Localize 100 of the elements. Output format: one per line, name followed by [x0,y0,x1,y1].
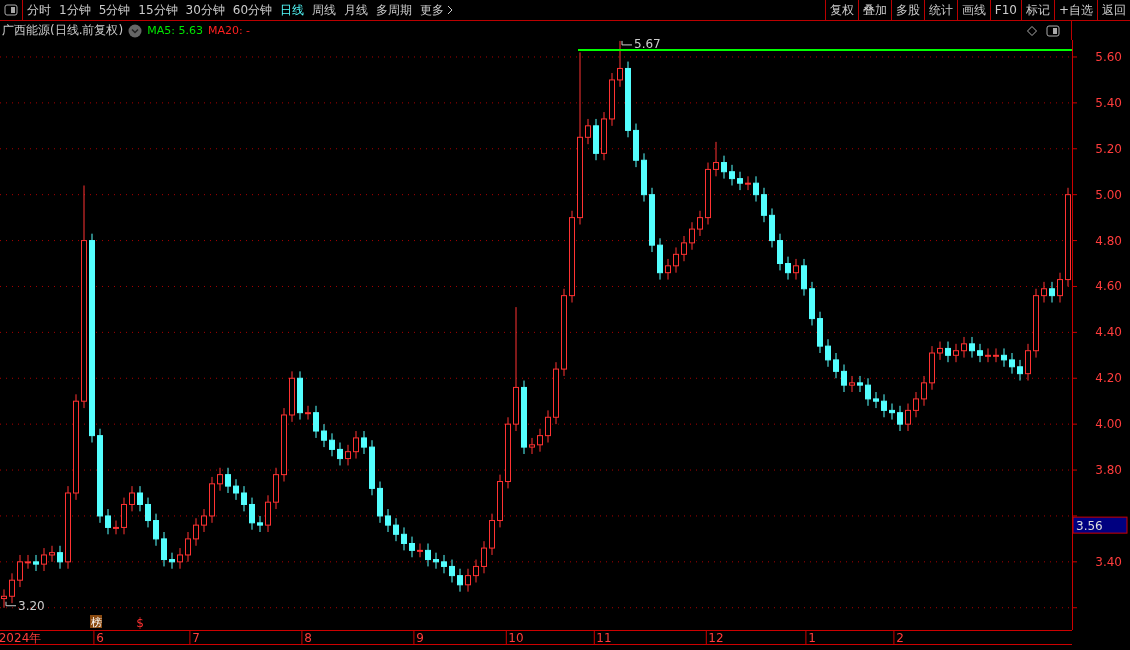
indicator-value: MA5: 5.63 [147,24,203,37]
price-extreme-label: 3.20 [18,598,45,613]
date-axis-label: 12 [708,631,724,645]
dollar-marker[interactable]: $ [136,616,144,630]
rank-badge[interactable]: 榜 [90,615,102,629]
indicator-value: MA20: - [207,24,251,37]
toolbar-button[interactable]: 叠加 [857,0,891,20]
diamond-icon[interactable] [1027,25,1037,36]
toolbar-button[interactable]: 返回 [1097,0,1130,20]
falling-candle [433,552,439,570]
falling-candle [1001,347,1007,368]
toolbar-button[interactable]: 画线 [956,0,990,20]
rising-candle [41,547,47,572]
falling-candle [57,545,63,570]
toolbar-button[interactable]: 多股 [890,0,924,20]
rising-candle [609,72,615,127]
rising-candle [601,111,607,161]
price-axis-label: 4.40 [1095,325,1122,340]
rising-candle [353,430,359,460]
falling-candle [105,508,111,535]
leader-line [5,601,17,607]
rising-candle [49,545,55,563]
falling-candle [777,233,783,271]
falling-candle [753,175,759,203]
rising-candle [201,508,207,533]
toolbar-button[interactable]: +自选 [1053,0,1097,20]
falling-candle [761,187,767,223]
rising-candle [993,347,999,363]
falling-candle [329,432,335,457]
period-tab[interactable]: 5分钟 [94,0,135,20]
rising-candle [921,375,927,407]
period-tab[interactable]: 周线 [308,0,341,20]
chevron-icon [447,5,454,15]
rising-candle [129,485,135,512]
rising-candle [121,497,127,535]
rising-candle [417,543,423,558]
price-axis-label: 3.40 [1095,554,1122,569]
price-axis-label: 4.60 [1095,279,1122,294]
rising-candle [617,40,623,88]
falling-candle [361,430,367,455]
date-axis-label: 10 [508,631,524,645]
rising-candle [529,437,535,455]
rising-candle [217,467,223,492]
panel-toggle-icon[interactable] [1046,24,1060,37]
date-axis-label: 2024年 [0,631,42,645]
price-axis-label: 5.20 [1095,141,1122,156]
price-axis-label: 3.80 [1095,463,1122,478]
falling-candle [825,338,831,368]
period-tab[interactable]: 多周期 [372,0,417,20]
period-tab[interactable]: 月线 [340,0,373,20]
falling-candle [425,543,431,567]
rising-candle [705,162,711,225]
falling-candle [721,155,727,180]
rising-candle [113,520,119,535]
price-axis-label: 5.40 [1095,95,1122,110]
dropdown-icon[interactable] [128,23,143,38]
falling-candle [785,256,791,281]
price-axis-label: 4.80 [1095,233,1122,248]
period-tab[interactable]: 60分钟 [228,0,277,20]
price-axis-label: 5.00 [1095,187,1122,202]
rising-candle [9,572,15,604]
falling-candle [945,341,951,363]
rising-candle [345,444,351,466]
falling-candle [337,442,343,466]
falling-candle [225,467,231,494]
date-axis-label: 9 [416,631,424,645]
rising-candle [673,246,679,274]
toolbar-button[interactable]: F10 [989,0,1021,20]
rising-candle [745,175,751,191]
falling-candle [729,164,735,186]
falling-candle [169,552,175,570]
more-button[interactable]: 更多 [416,0,458,20]
rising-candle [177,547,183,570]
falling-candle [321,423,327,448]
rising-candle [1033,288,1039,359]
toolbar-button[interactable]: 统计 [923,0,957,20]
period-tab[interactable]: 30分钟 [181,0,229,20]
rising-candle [1041,281,1047,304]
price-axis-label: 4.20 [1095,371,1122,386]
leader-line [621,40,633,46]
falling-candle [377,481,383,524]
rising-candle [953,343,959,363]
falling-candle [817,311,823,354]
falling-candle [457,568,463,593]
rising-candle [17,554,23,588]
falling-candle [161,531,167,567]
rising-candle [913,391,919,418]
toolbar-button[interactable]: 复权 [824,0,858,20]
falling-candle [449,559,455,583]
period-tab[interactable]: 1分钟 [55,0,95,20]
period-tab[interactable]: 分时 [23,0,55,20]
toolbar-button[interactable]: 标记 [1020,0,1054,20]
rising-candle [905,403,911,432]
falling-candle [873,391,879,409]
falling-candle [1017,359,1023,382]
falling-candle [841,364,847,393]
falling-candle [385,508,391,533]
period-tab[interactable]: 日线 [276,0,309,20]
rising-candle [209,476,215,524]
period-tab[interactable]: 15分钟 [134,0,182,20]
